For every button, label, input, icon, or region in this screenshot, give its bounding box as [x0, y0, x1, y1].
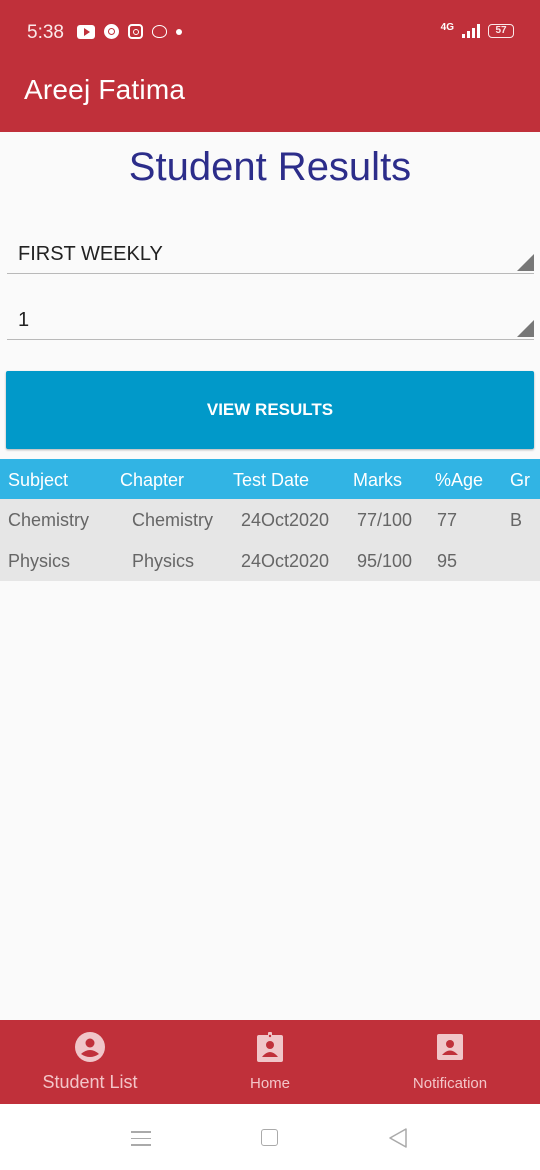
nav-item-student-list[interactable]: Student List [0, 1020, 180, 1104]
nav-label-notification: Notification [412, 1075, 488, 1092]
cell-percentage: 95 [437, 551, 458, 571]
cell-subject: Chemistry [8, 510, 90, 530]
table-row[interactable]: Physics Physics 24Oct2020 95/100 95 [0, 540, 540, 581]
nav-label-home: Home [249, 1075, 290, 1092]
battery-icon: 57 [488, 24, 514, 38]
contact-box-icon [437, 1034, 463, 1060]
column-header-grade: Gr [510, 470, 530, 490]
cell-percentage: 77 [437, 510, 458, 530]
exam-type-dropdown[interactable]: FIRST WEEKLY [7, 226, 534, 274]
cell-marks: 77/100 [357, 510, 413, 530]
notification-icons [77, 24, 182, 39]
status-time: 5:38 [27, 22, 64, 43]
table-row[interactable]: Chemistry Chemistry 24Oct2020 77/100 77 … [0, 499, 540, 540]
chrome-icon [104, 24, 119, 39]
column-header-subject: Subject [8, 470, 69, 490]
nav-item-notification[interactable]: Notification [360, 1020, 540, 1104]
youtube-icon [77, 24, 95, 39]
cell-test-date: 24Oct2020 [241, 510, 330, 530]
account-circle-icon [75, 1032, 105, 1062]
instagram-icon [128, 24, 143, 39]
network-type: 4G [440, 21, 454, 33]
number-dropdown[interactable]: 1 [7, 292, 534, 340]
nav-label-student-list: Student List [42, 1072, 138, 1092]
dropdown-arrow-icon [517, 254, 534, 271]
panda-icon [152, 25, 167, 38]
dropdown-arrow-icon [517, 320, 534, 337]
number-value: 1 [18, 309, 30, 331]
system-navigation-bar [0, 1104, 540, 1170]
results-table: Subject Chapter Test Date Marks %Age Gr … [0, 459, 540, 581]
column-header-test-date: Test Date [233, 470, 310, 490]
system-status: 4G 57 [440, 21, 514, 38]
signal-icon [462, 24, 480, 38]
table-header: Subject Chapter Test Date Marks %Age Gr [0, 459, 540, 499]
cell-grade: B [510, 510, 523, 530]
cell-chapter: Chemistry [132, 510, 214, 530]
back-icon[interactable] [387, 1127, 409, 1149]
app-title: Areej Fatima [24, 74, 186, 105]
recent-apps-icon[interactable] [131, 1131, 151, 1151]
home-icon[interactable] [261, 1129, 278, 1146]
exam-type-value: FIRST WEEKLY [18, 243, 163, 265]
status-bar: 5:38 4G 57 [0, 0, 540, 66]
column-header-percentage: %Age [435, 470, 484, 490]
column-header-chapter: Chapter [120, 470, 185, 490]
column-header-marks: Marks [353, 470, 402, 490]
view-results-button[interactable]: VIEW RESULTS [6, 371, 534, 449]
app-bar: 5:38 4G 57 Areej Fatima [0, 0, 540, 132]
cell-subject: Physics [8, 551, 71, 571]
page-title: Student Results [128, 145, 412, 189]
cell-chapter: Physics [132, 551, 195, 571]
badge-icon [257, 1032, 283, 1062]
cell-marks: 95/100 [357, 551, 413, 571]
cell-test-date: 24Oct2020 [241, 551, 330, 571]
nav-item-home[interactable]: Home [180, 1020, 360, 1104]
bottom-navigation: Student List Home Notification [0, 1020, 540, 1104]
dot-icon [176, 28, 182, 35]
